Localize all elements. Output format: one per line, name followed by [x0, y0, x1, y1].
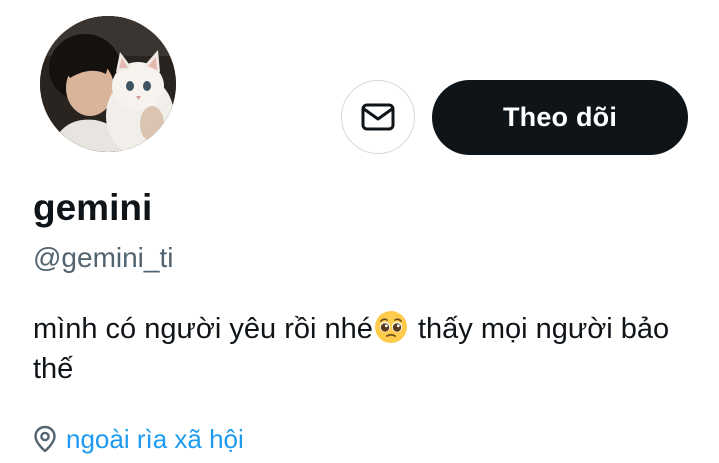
user-handle: @gemini_ti [33, 242, 174, 273]
message-button[interactable] [341, 80, 415, 154]
display-name: gemini [33, 187, 153, 228]
pleading-face-emoji [374, 310, 408, 344]
location-text[interactable]: ngoài rìa xã hội [66, 422, 244, 456]
map-pin-icon [33, 425, 57, 453]
follow-button[interactable]: Theo dõi [432, 80, 688, 155]
profile-avatar[interactable] [40, 16, 176, 152]
envelope-icon [361, 103, 395, 131]
bio-text-part1: mình có người yêu rồi nhé [33, 313, 373, 345]
follow-button-label: Theo dõi [502, 102, 618, 132]
profile-location: ngoài rìa xã hội [33, 422, 244, 456]
profile-bio: mình có người yêu rồi nhé thấy mọi người… [33, 309, 673, 389]
